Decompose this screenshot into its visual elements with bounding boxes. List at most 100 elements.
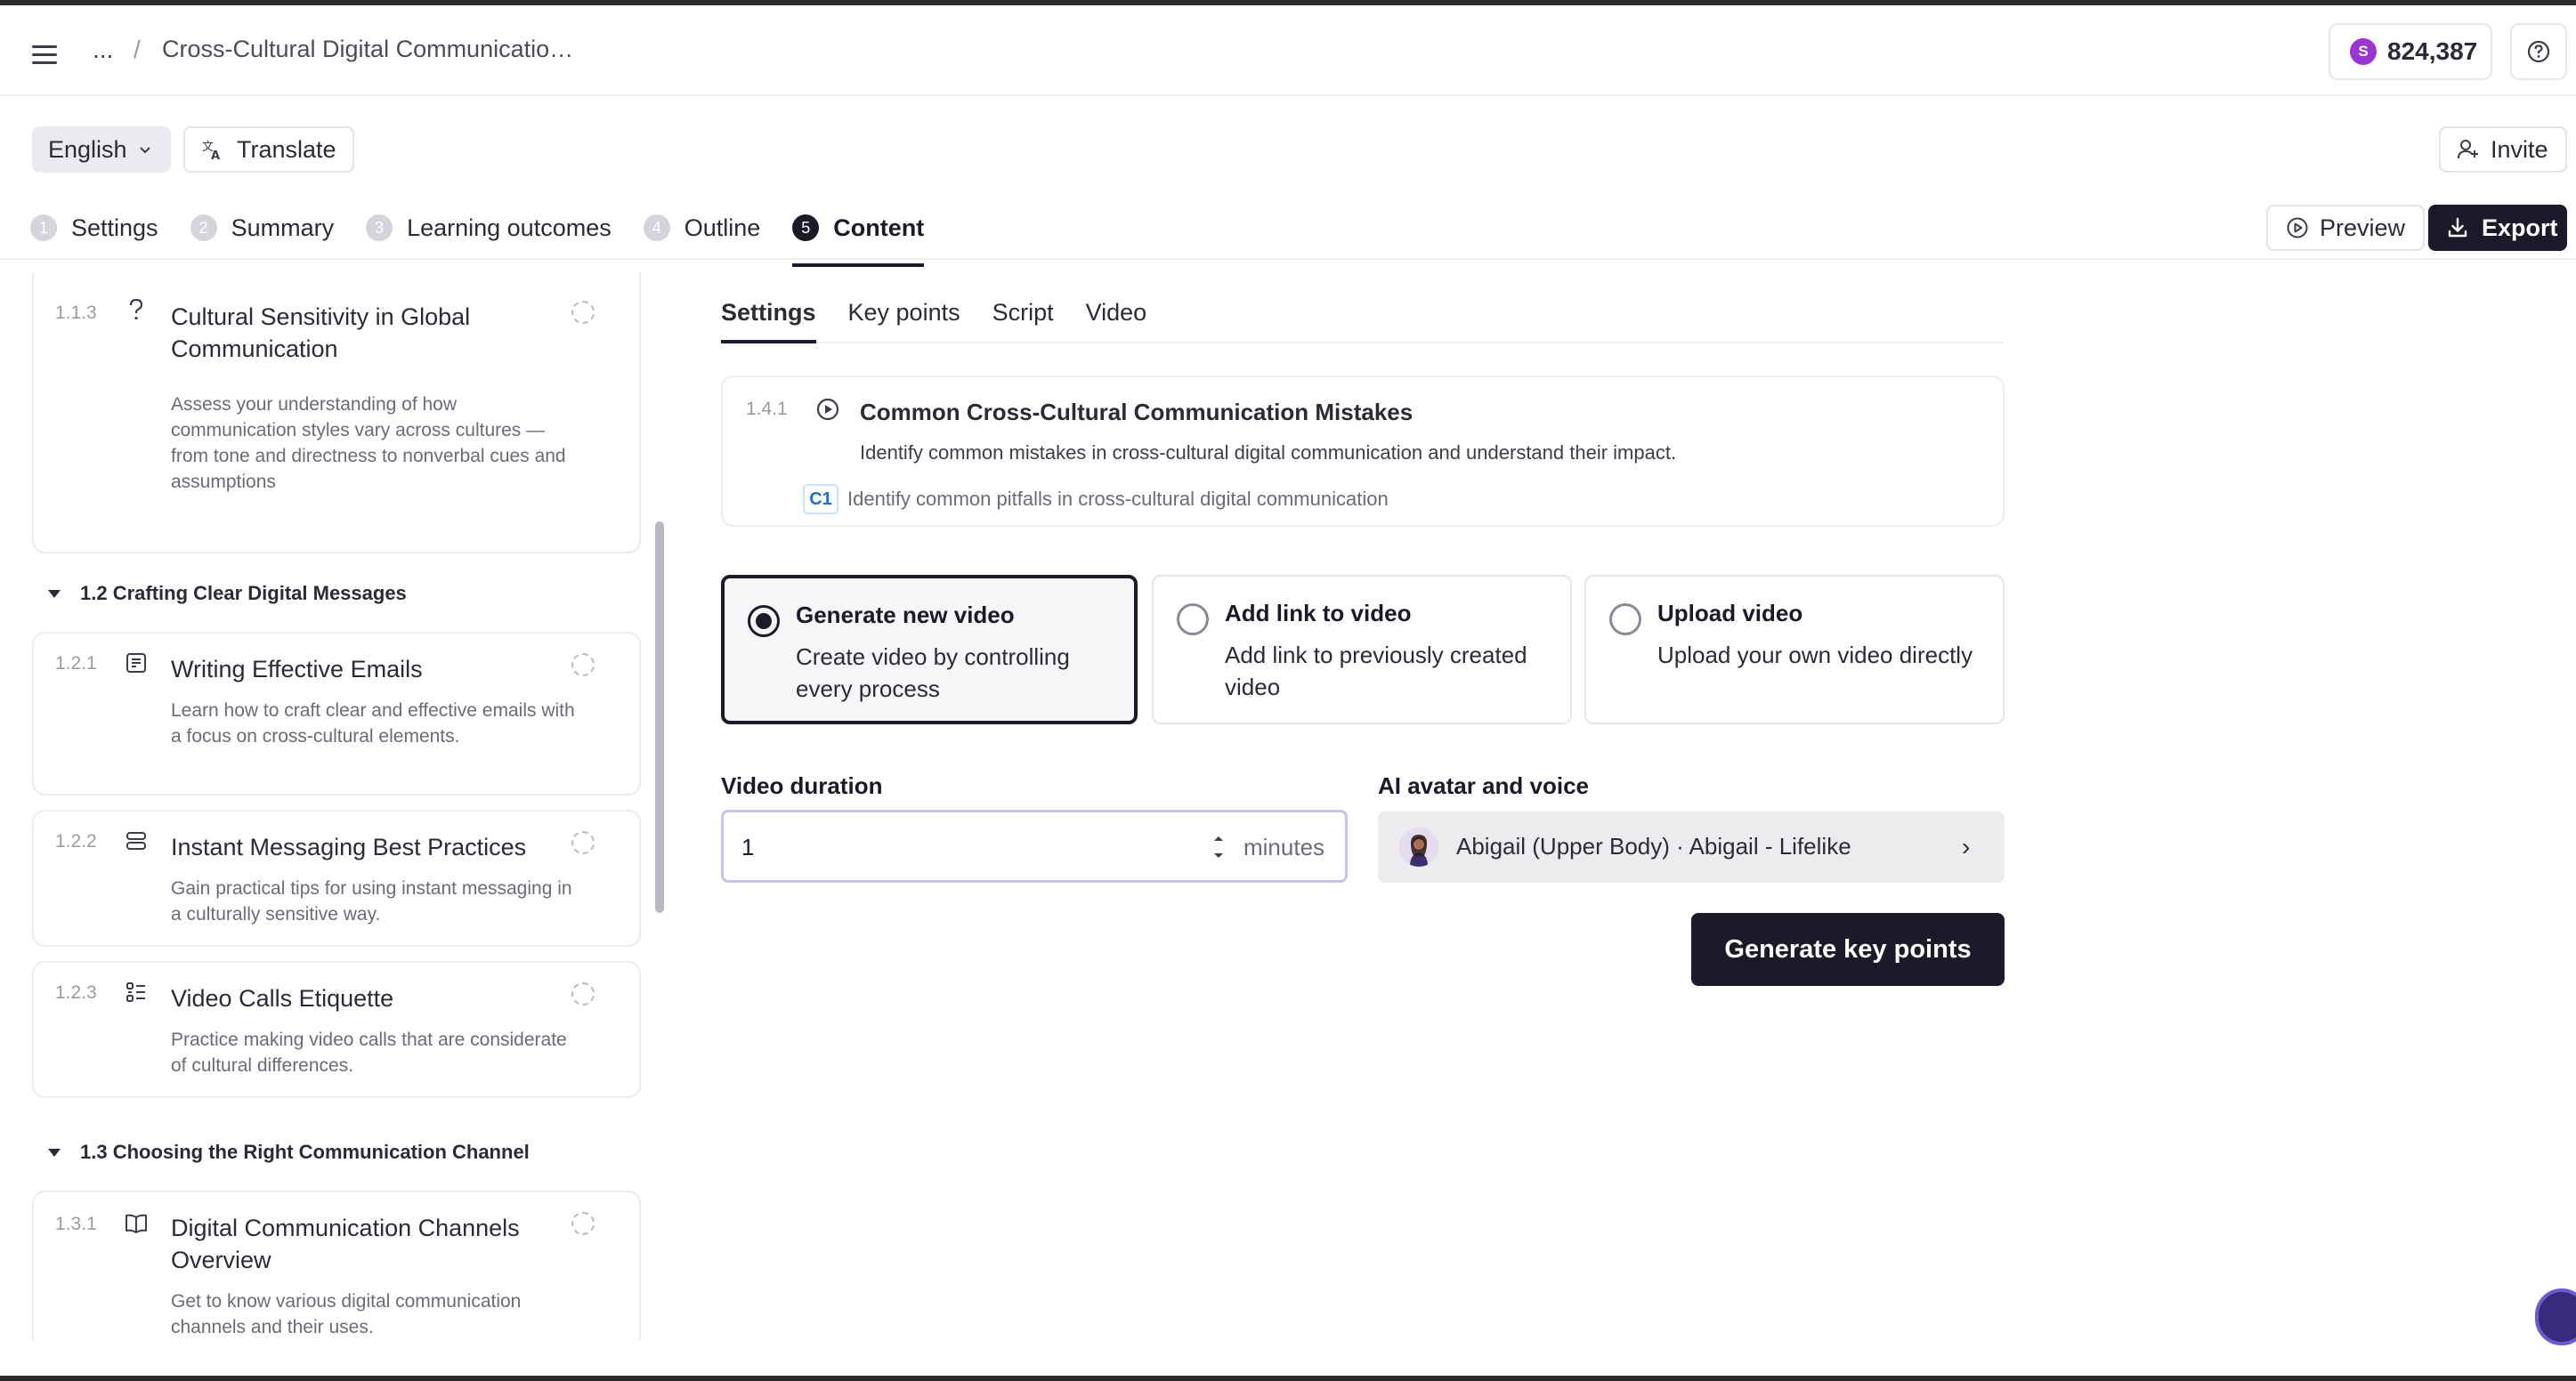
credits-value: 824,387 xyxy=(2387,37,2478,65)
preview-label: Preview xyxy=(2320,214,2406,241)
invite-button[interactable]: Invite xyxy=(2439,126,2567,173)
lesson-title: Common Cross-Cultural Communication Mist… xyxy=(860,399,1414,425)
step-content[interactable]: 5 Content xyxy=(792,205,924,267)
section-title: 1.2 Crafting Clear Digital Messages xyxy=(80,582,407,604)
stepper-down-icon[interactable] xyxy=(1212,852,1225,860)
option-title: Add link to video xyxy=(1225,600,1412,626)
radio-unselected[interactable] xyxy=(1609,603,1641,635)
document-icon xyxy=(123,650,150,676)
translate-button[interactable]: 文 A Translate xyxy=(183,126,354,173)
download-icon xyxy=(2448,217,2467,238)
outline-card-1-2-1[interactable]: 1.2.1 Writing Effective Emails Learn how… xyxy=(32,632,641,795)
chat-support-button[interactable] xyxy=(2535,1288,2576,1345)
step-number: 5 xyxy=(792,214,820,241)
outcome-tag: C1 xyxy=(803,484,838,514)
outline-sidebar: 1.1.3 Cultural Sensitivity in Global Com… xyxy=(0,272,669,1340)
help-button[interactable] xyxy=(2510,23,2567,80)
content-tabs: Settings Key points Script Video xyxy=(721,299,2003,343)
step-label: Summary xyxy=(231,214,335,241)
preview-button[interactable]: Preview xyxy=(2266,205,2425,251)
stack-icon xyxy=(123,828,150,854)
card-number: 1.3.1 xyxy=(55,1214,97,1234)
hamburger-menu-icon[interactable] xyxy=(27,37,62,73)
section-heading-1-3[interactable]: 1.3 Choosing the Right Communication Cha… xyxy=(48,1141,530,1164)
generate-key-points-button[interactable]: Generate key points xyxy=(1691,913,2005,986)
svg-text:A: A xyxy=(211,149,220,161)
status-circle-icon xyxy=(571,1212,595,1235)
breadcrumb-separator: / xyxy=(134,36,141,63)
video-duration-label: Video duration xyxy=(721,772,883,799)
avatar xyxy=(1399,828,1438,867)
tab-script[interactable]: Script xyxy=(992,299,1054,342)
step-label: Learning outcomes xyxy=(407,214,612,241)
step-summary[interactable]: 2 Summary xyxy=(190,205,335,251)
breadcrumb-course-title[interactable]: Cross-Cultural Digital Communicatio… xyxy=(162,36,573,63)
outline-card-1-2-3[interactable]: 1.2.3 Video Calls Etiquette Practice mak… xyxy=(32,961,641,1098)
card-number: 1.2.1 xyxy=(55,653,97,674)
outline-card-1-1-3[interactable]: 1.1.3 Cultural Sensitivity in Global Com… xyxy=(32,272,641,553)
caret-down-icon xyxy=(48,1148,61,1157)
option-title: Generate new video xyxy=(796,602,1015,628)
option-add-link-to-video[interactable]: Add link to video Add link to previously… xyxy=(1152,575,1572,724)
step-number: 4 xyxy=(643,214,670,241)
radio-unselected[interactable] xyxy=(1177,603,1209,635)
lesson-info-card: 1.4.1 Common Cross-Cultural Communicatio… xyxy=(721,376,2005,527)
lesson-number: 1.4.1 xyxy=(746,399,788,419)
card-description: Gain practical tips for using instant me… xyxy=(171,878,572,925)
card-title: Instant Messaging Best Practices xyxy=(171,834,527,860)
checklist-icon xyxy=(123,979,150,1005)
step-outline[interactable]: 4 Outline xyxy=(643,205,761,251)
credits-balance[interactable]: S 824,387 xyxy=(2329,23,2492,80)
outline-card-1-2-2[interactable]: 1.2.2 Instant Messaging Best Practices G… xyxy=(32,810,641,947)
tab-video[interactable]: Video xyxy=(1086,299,1147,342)
option-generate-new-video[interactable]: Generate new video Create video by contr… xyxy=(721,575,1138,724)
card-title: Digital Communication Channels Overview xyxy=(171,1215,520,1273)
radio-selected[interactable] xyxy=(748,605,780,637)
avatar-voice-value: Abigail (Upper Body) · Abigail - Lifelik… xyxy=(1456,833,1851,860)
wizard-steps: 1 Settings 2 Summary 3 Learning outcomes… xyxy=(30,205,956,267)
top-header: ... / Cross-Cultural Digital Communicati… xyxy=(0,5,2576,96)
step-settings[interactable]: 1 Settings xyxy=(30,205,158,251)
translate-icon: 文 A xyxy=(202,141,220,161)
avatar-voice-select[interactable]: Abigail (Upper Body) · Abigail - Lifelik… xyxy=(1378,812,2005,883)
chevron-right-icon: › xyxy=(1962,833,1971,860)
card-description: Get to know various digital communicatio… xyxy=(171,1291,522,1337)
card-title: Cultural Sensitivity in Global Communica… xyxy=(171,303,471,362)
book-icon xyxy=(123,1210,150,1237)
caret-down-icon xyxy=(48,589,61,598)
avatar-voice-label: AI avatar and voice xyxy=(1378,772,1589,799)
number-stepper[interactable] xyxy=(1210,834,1227,860)
video-duration-input[interactable]: 1 minutes xyxy=(721,810,1348,883)
window-bottom-border xyxy=(0,1376,2576,1381)
step-label: Settings xyxy=(71,214,158,241)
tab-settings[interactable]: Settings xyxy=(721,299,816,343)
status-circle-icon xyxy=(571,653,595,676)
export-button[interactable]: Export xyxy=(2428,205,2567,251)
card-number: 1.1.3 xyxy=(55,303,97,323)
card-description: Learn how to craft clear and effective e… xyxy=(171,700,575,747)
credits-coin-icon: S xyxy=(2350,38,2377,65)
option-description: Upload your own video directly xyxy=(1657,642,1973,668)
card-description: Assess your understanding of how communi… xyxy=(171,394,566,492)
breadcrumb-ellipsis[interactable]: ... xyxy=(93,36,113,64)
step-learning-outcomes[interactable]: 3 Learning outcomes xyxy=(366,205,612,251)
stepper-up-icon[interactable] xyxy=(1212,834,1225,843)
play-circle-icon xyxy=(2287,217,2308,238)
add-user-icon xyxy=(2458,140,2478,159)
step-number: 3 xyxy=(366,214,393,241)
section-title: 1.3 Choosing the Right Communication Cha… xyxy=(80,1141,530,1163)
section-heading-1-2[interactable]: 1.2 Crafting Clear Digital Messages xyxy=(48,582,407,605)
option-upload-video[interactable]: Upload video Upload your own video direc… xyxy=(1584,575,2005,724)
tab-key-points[interactable]: Key points xyxy=(848,299,960,342)
status-circle-icon xyxy=(571,982,595,1005)
lesson-description: Identify common mistakes in cross-cultur… xyxy=(860,441,1677,464)
status-circle-icon xyxy=(571,831,595,854)
language-value: English xyxy=(48,135,127,163)
outline-card-1-3-1[interactable]: 1.3.1 Digital Communication Channels Ove… xyxy=(32,1191,641,1340)
status-circle-icon xyxy=(571,301,595,324)
language-select[interactable]: English xyxy=(32,126,171,173)
duration-unit: minutes xyxy=(1243,834,1325,860)
step-label: Outline xyxy=(684,214,761,241)
step-number: 1 xyxy=(30,214,57,241)
sidebar-scrollbar[interactable] xyxy=(655,521,664,913)
